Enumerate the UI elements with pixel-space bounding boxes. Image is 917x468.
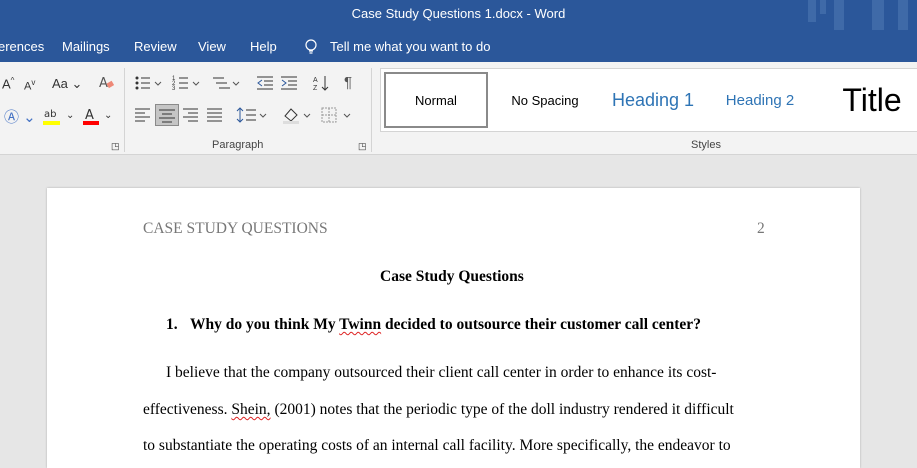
- style-no-spacing[interactable]: No Spacing: [497, 72, 593, 128]
- titlebar-decoration: [808, 0, 816, 22]
- justify-icon[interactable]: [206, 106, 224, 125]
- borders-icon[interactable]: [320, 106, 354, 127]
- svg-text:ab: ab: [44, 109, 56, 120]
- font-color-dropdown-icon[interactable]: ⌄: [104, 110, 112, 121]
- styles-gallery: Normal No Spacing Heading 1 Heading 2 Ti…: [380, 68, 917, 132]
- style-heading-1[interactable]: Heading 1: [603, 72, 703, 128]
- numbering-icon[interactable]: 123: [172, 74, 200, 95]
- font-dialog-launcher-icon[interactable]: ◳: [111, 141, 120, 152]
- decrease-indent-icon[interactable]: [256, 74, 274, 95]
- titlebar-decoration: [898, 0, 908, 30]
- change-case-button[interactable]: Aa ⌄: [52, 76, 82, 92]
- svg-text:Z: Z: [313, 85, 318, 92]
- increase-indent-icon[interactable]: [280, 74, 298, 95]
- question-text: Why do you think My Twinn decided to out…: [190, 316, 701, 333]
- spelling-error[interactable]: Twinn: [339, 316, 381, 333]
- text-effects-icon[interactable]: Ⓐ ⌄: [4, 106, 36, 127]
- paragraph-dialog-launcher-icon[interactable]: ◳: [358, 141, 367, 152]
- tab-references[interactable]: erences: [0, 39, 44, 54]
- titlebar-decoration: [872, 0, 884, 30]
- align-left-icon[interactable]: [134, 106, 152, 125]
- svg-text:3: 3: [172, 86, 176, 92]
- tab-review[interactable]: Review: [134, 39, 177, 54]
- tell-me-search[interactable]: Tell me what you want to do: [330, 39, 490, 54]
- document-page[interactable]: CASE STUDY QUESTIONS 2 Case Study Questi…: [47, 188, 860, 468]
- highlight-swatch: [43, 121, 60, 125]
- svg-text:A: A: [85, 108, 94, 123]
- clear-formatting-icon[interactable]: A: [98, 74, 115, 93]
- style-normal[interactable]: Normal: [384, 72, 488, 128]
- body-line: I believe that the company outsourced th…: [166, 364, 717, 381]
- highlight-color-icon[interactable]: ab: [42, 106, 66, 129]
- show-formatting-icon[interactable]: ¶: [344, 74, 352, 91]
- style-heading-2[interactable]: Heading 2: [715, 72, 805, 128]
- window-title: Case Study Questions 1.docx - Word: [351, 6, 566, 21]
- title-bar: Case Study Questions 1.docx - Word: [0, 0, 917, 30]
- font-color-icon[interactable]: A: [82, 106, 102, 129]
- align-right-icon[interactable]: [182, 106, 200, 125]
- paragraph-group-label: Paragraph: [212, 139, 264, 151]
- titlebar-decoration: [834, 0, 844, 30]
- spelling-error[interactable]: Shein,: [231, 401, 270, 418]
- styles-group-label: Styles: [691, 139, 721, 151]
- body-line: effectiveness. Shein, (2001) notes that …: [143, 401, 734, 418]
- grow-font-button[interactable]: A^: [2, 76, 14, 91]
- tab-help[interactable]: Help: [250, 39, 277, 54]
- document-heading: Case Study Questions: [380, 268, 524, 285]
- style-title[interactable]: Title: [829, 72, 915, 128]
- running-header: CASE STUDY QUESTIONS: [143, 220, 328, 237]
- ribbon-tabs: erences Mailings Review View Help Tell m…: [0, 30, 917, 62]
- svg-text:A: A: [313, 77, 318, 84]
- bullets-icon[interactable]: [134, 74, 162, 95]
- group-separator: [371, 68, 372, 152]
- lightbulb-icon: [304, 39, 318, 58]
- tab-mailings[interactable]: Mailings: [62, 39, 110, 54]
- titlebar-decoration: [820, 0, 826, 14]
- page-number: 2: [757, 220, 765, 237]
- group-separator: [124, 68, 125, 152]
- line-spacing-icon[interactable]: [236, 106, 268, 127]
- multilevel-list-icon[interactable]: [212, 74, 240, 95]
- sort-icon[interactable]: AZ: [312, 74, 330, 95]
- svg-text:A: A: [99, 76, 108, 90]
- shrink-font-button[interactable]: Av: [24, 78, 35, 93]
- align-center-icon[interactable]: [155, 104, 179, 126]
- tab-view[interactable]: View: [198, 39, 226, 54]
- shading-icon[interactable]: [282, 106, 314, 127]
- body-line: to substantiate the operating costs of a…: [143, 437, 731, 454]
- ribbon: A^ Av Aa ⌄ A Ⓐ ⌄ ab ⌄ A ⌄ ◳ 123 AZ ¶ Par…: [0, 62, 917, 155]
- highlight-dropdown-icon[interactable]: ⌄: [66, 110, 74, 121]
- question-number: 1.: [166, 316, 178, 333]
